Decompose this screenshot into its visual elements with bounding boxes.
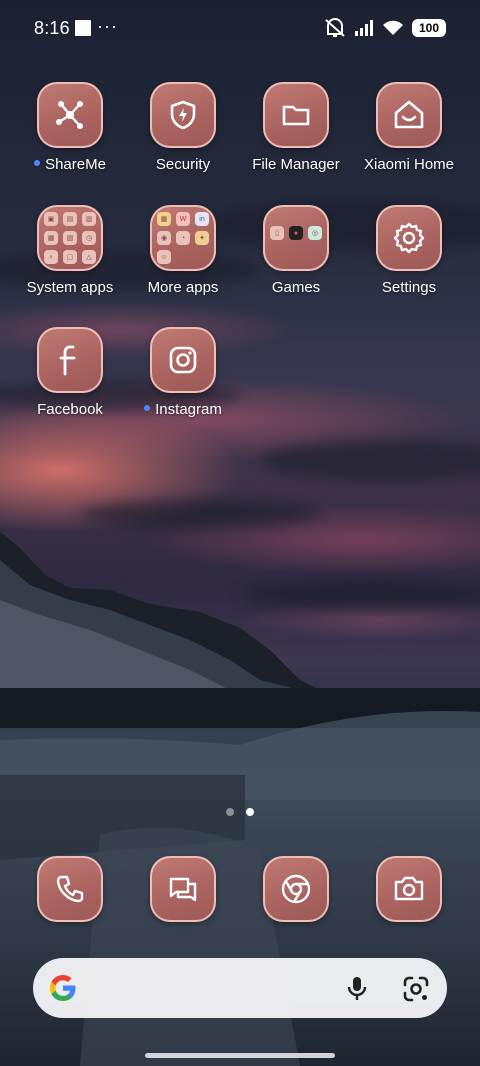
folder-grid-icon: ▯ ● ◎	[263, 205, 329, 271]
dock-messages[interactable]	[150, 856, 216, 922]
chat-bubbles-icon	[150, 856, 216, 922]
signal-icon	[355, 20, 373, 36]
muted-vibrate-icon	[325, 18, 345, 37]
gesture-nav-handle[interactable]	[145, 1053, 335, 1058]
chrome-icon	[263, 856, 329, 922]
app-label: ShareMe	[45, 156, 106, 173]
more-dots-icon: ···	[97, 16, 118, 36]
folder-grid-icon: ▣ ▤ ▥ ▦ ▧ ◷ ♀ ▢ △	[37, 205, 103, 271]
share-network-icon	[37, 82, 103, 148]
app-label: System apps	[26, 279, 114, 296]
dock-camera[interactable]	[376, 856, 442, 922]
dock-phone[interactable]	[37, 856, 103, 922]
new-badge-dot	[144, 405, 151, 412]
instagram-icon	[150, 327, 216, 393]
status-bar: 8:16 ··· 100	[0, 0, 480, 56]
square-notification-icon	[75, 20, 91, 36]
app-label: Xiaomi Home	[363, 156, 455, 173]
google-search-bar[interactable]	[33, 958, 447, 1018]
wifi-icon	[383, 20, 403, 35]
app-label: Facebook	[37, 401, 103, 418]
app-label: Games	[271, 279, 321, 296]
new-badge-dot	[34, 160, 41, 167]
google-g-icon	[50, 975, 76, 1001]
page-dot-1[interactable]	[226, 808, 234, 816]
clock: 8:16	[34, 18, 70, 38]
home-smile-icon	[376, 82, 442, 148]
shield-bolt-icon	[150, 82, 216, 148]
dock-chrome[interactable]	[263, 856, 329, 922]
page-indicator	[0, 808, 480, 816]
lens-icon[interactable]	[401, 974, 431, 1004]
facebook-icon	[37, 327, 103, 393]
camera-icon	[376, 856, 442, 922]
gear-icon	[376, 205, 442, 271]
battery-icon: 100	[412, 19, 446, 37]
app-label: More apps	[147, 279, 219, 296]
page-dot-2-active[interactable]	[246, 808, 254, 816]
folder-icon	[263, 82, 329, 148]
phone-icon	[37, 856, 103, 922]
app-label: Instagram	[155, 401, 222, 418]
app-label: Settings	[381, 279, 437, 296]
app-label: Security	[155, 156, 211, 173]
folder-grid-icon: ▦ Win ◉ ◔ ✦ ☺	[150, 205, 216, 271]
app-label: File Manager	[252, 156, 340, 173]
microphone-icon[interactable]	[343, 974, 371, 1002]
